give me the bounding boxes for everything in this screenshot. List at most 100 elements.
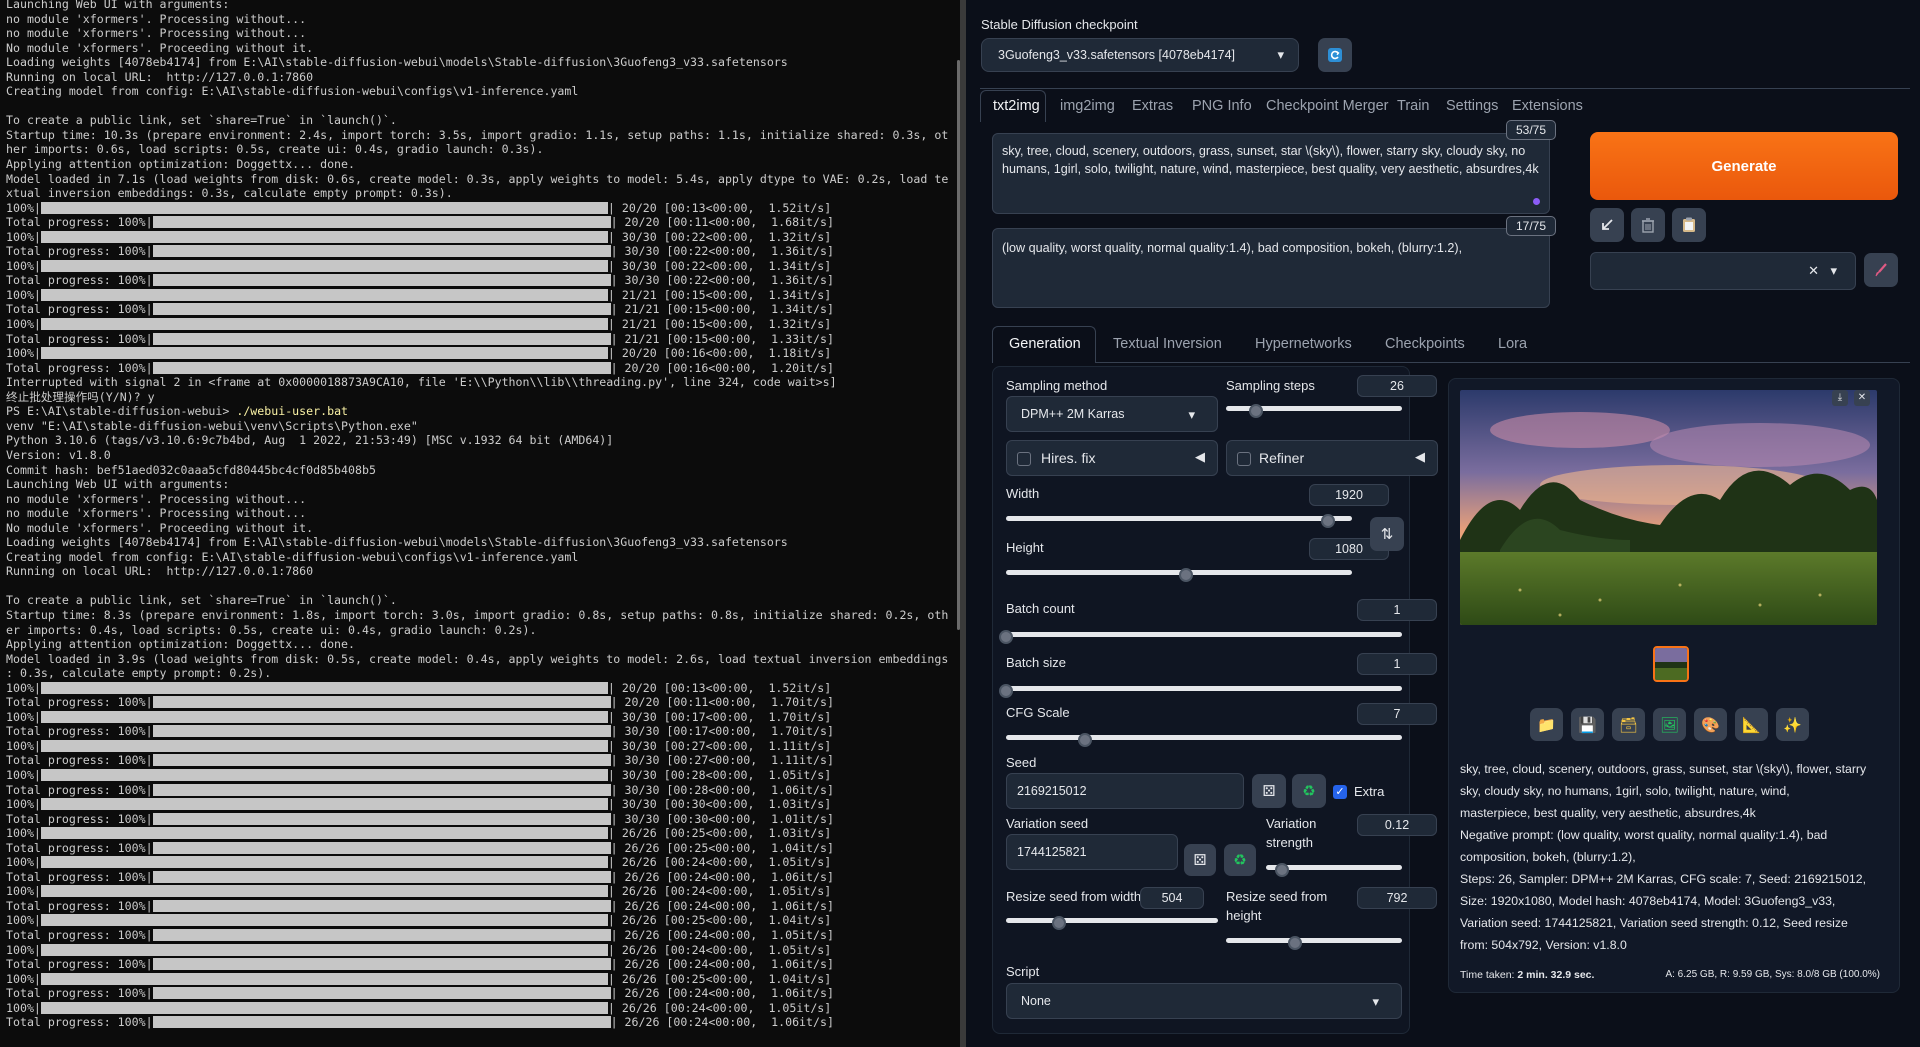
tab-train[interactable]: Train — [1397, 98, 1430, 114]
terminal-text: To create a public link, set `share=True… — [6, 593, 397, 608]
tab-extensions[interactable]: Extensions — [1512, 98, 1583, 114]
resize-seed-height-input[interactable]: 792 — [1357, 887, 1437, 909]
clear-icon[interactable]: ✕ — [1808, 263, 1819, 279]
terminal-line: 100%| | 26/26 [00:24<00:00, 1.05it/s] — [6, 943, 948, 958]
terminal-line: Interrupted with signal 2 in <frame at 0… — [6, 375, 948, 390]
hires-upscale-button[interactable]: ✨ — [1776, 708, 1809, 741]
slider-thumb[interactable] — [1287, 935, 1302, 950]
subtab-hypernetworks[interactable]: Hypernetworks — [1255, 336, 1352, 352]
refiner-checkbox[interactable] — [1237, 452, 1251, 466]
terminal-text: No module 'xformers'. Proceeding without… — [6, 40, 314, 55]
subtabs-underline — [992, 362, 1910, 363]
progress-suffix: | 30/30 [00:28<00:00, 1.06it/s] — [610, 782, 834, 797]
terminal-window[interactable]: Launching Web UI with arguments: no modul… — [0, 0, 960, 1047]
reuse-seed-button[interactable]: ♻ — [1292, 774, 1326, 808]
prompt-textarea[interactable]: sky, tree, cloud, scenery, outdoors, gra… — [992, 133, 1550, 214]
tab-txt2img[interactable]: txt2img — [993, 98, 1040, 114]
output-image[interactable] — [1460, 390, 1877, 625]
progress-prefix: Total progress: 100%| — [6, 302, 153, 317]
save-button[interactable]: 💾 — [1571, 708, 1604, 741]
batch-size-slider[interactable] — [999, 683, 1402, 698]
swap-dimensions-button[interactable]: ⇅ — [1370, 517, 1404, 551]
progress-suffix: | 20/20 [00:13<00:00, 1.52it/s] — [607, 200, 832, 215]
refiner-accordion[interactable]: Refiner ◀ — [1226, 440, 1438, 476]
reuse-variation-seed-button[interactable]: ♻ — [1224, 844, 1256, 876]
sampling-steps-input[interactable]: 26 — [1357, 375, 1437, 397]
batch-count-slider[interactable] — [999, 629, 1402, 644]
width-input[interactable]: 1920 — [1309, 484, 1389, 506]
download-icon[interactable]: ⤓ — [1832, 390, 1848, 406]
send-to-extras-button[interactable]: 📐 — [1735, 708, 1768, 741]
random-seed-button[interactable]: ⚄ — [1252, 774, 1286, 808]
apply-styles-button[interactable] — [1672, 208, 1706, 242]
script-dropdown[interactable]: None — [1006, 983, 1402, 1019]
tab-img2img[interactable]: img2img — [1060, 98, 1115, 114]
terminal-line: Total progress: 100%| | 20/20 [00:16<00:0… — [6, 361, 948, 376]
send-to-img2img-button[interactable]: 🖼 — [1653, 708, 1686, 741]
seed-input[interactable]: 2169215012 — [1006, 773, 1244, 809]
progress-prefix: 100%| — [6, 971, 41, 986]
slider-thumb[interactable] — [1052, 915, 1066, 930]
refresh-checkpoint-button[interactable] — [1318, 38, 1352, 72]
checkpoint-dropdown[interactable]: 3Guofeng3_v33.safetensors [4078eb4174] — [981, 38, 1299, 72]
resize-seed-width-input[interactable]: 504 — [1140, 887, 1204, 909]
tab-extras[interactable]: Extras — [1132, 98, 1173, 114]
slider-thumb[interactable] — [999, 683, 1013, 698]
zip-button[interactable]: 🗃 — [1612, 708, 1645, 741]
progress-prefix: 100%| — [6, 797, 41, 812]
subtab-lora[interactable]: Lora — [1498, 336, 1527, 352]
subtab-checkpoints[interactable]: Checkpoints — [1385, 336, 1465, 352]
read-params-button[interactable] — [1590, 208, 1624, 242]
generate-button[interactable]: Generate — [1590, 132, 1898, 200]
close-icon[interactable]: ✕ — [1854, 390, 1870, 406]
cfg-scale-slider[interactable] — [1006, 732, 1402, 747]
slider-thumb[interactable] — [1248, 403, 1263, 418]
height-slider[interactable] — [1006, 567, 1352, 582]
send-to-inpaint-button[interactable]: 🎨 — [1694, 708, 1727, 741]
batch-size-input[interactable]: 1 — [1357, 653, 1437, 675]
slider-thumb[interactable] — [1078, 732, 1093, 747]
hires-fix-label: Hires. fix — [1041, 450, 1096, 466]
progress-suffix: | 21/21 [00:15<00:00, 1.34it/s] — [607, 287, 832, 302]
variation-strength-input[interactable]: 0.12 — [1357, 814, 1437, 836]
resize-seed-height-slider[interactable] — [1226, 935, 1402, 950]
hires-fix-accordion[interactable]: Hires. fix ◀ — [1006, 440, 1218, 476]
hires-fix-checkbox[interactable] — [1017, 452, 1031, 466]
slider-thumb[interactable] — [1178, 567, 1193, 582]
slider-thumb[interactable] — [999, 629, 1013, 644]
random-variation-seed-button[interactable]: ⚄ — [1184, 844, 1216, 876]
terminal-line: Applying attention optimization: Doggett… — [6, 157, 948, 172]
batch-count-input[interactable]: 1 — [1357, 599, 1437, 621]
cfg-scale-input[interactable]: 7 — [1357, 703, 1437, 725]
slider-thumb[interactable] — [1275, 862, 1290, 877]
subtab-textual-inversion[interactable]: Textual Inversion — [1113, 336, 1222, 352]
progress-prefix: 100%| — [6, 913, 41, 928]
progress-prefix: Total progress: 100%| — [6, 244, 153, 259]
negative-prompt-textarea[interactable]: (low quality, worst quality, normal qual… — [992, 228, 1550, 308]
progress-bar — [152, 274, 611, 287]
tab-png-info[interactable]: PNG Info — [1192, 98, 1252, 114]
progress-bar — [40, 230, 608, 243]
terminal-line: Total progress: 100%| | 26/26 [00:24<00:0… — [6, 870, 948, 885]
terminal-text: Interrupted with signal 2 in <frame at 0… — [6, 375, 837, 390]
clear-prompt-button[interactable] — [1631, 208, 1665, 242]
sampling-steps-slider[interactable] — [1226, 403, 1402, 418]
width-slider[interactable] — [1006, 513, 1352, 528]
trash-icon — [1642, 217, 1654, 233]
extra-checkbox[interactable]: ✓ — [1333, 785, 1347, 799]
brush-icon — [1875, 263, 1887, 277]
open-folder-button[interactable]: 📁 — [1530, 708, 1563, 741]
edit-styles-button[interactable] — [1864, 253, 1898, 287]
variation-strength-slider[interactable] — [1266, 862, 1402, 877]
sampling-method-dropdown[interactable]: DPM++ 2M Karras — [1006, 396, 1218, 432]
prompt-token-counter: 53/75 — [1506, 120, 1556, 140]
slider-thumb[interactable] — [1320, 513, 1335, 528]
subtab-generation[interactable]: Generation — [1009, 336, 1081, 352]
gallery-thumbnail[interactable] — [1653, 646, 1689, 682]
variation-seed-input[interactable]: 1744125821 — [1006, 834, 1178, 870]
styles-dropdown[interactable]: ✕ — [1590, 252, 1856, 290]
resize-seed-width-slider[interactable] — [1006, 915, 1218, 930]
tab-settings[interactable]: Settings — [1446, 98, 1498, 114]
tab-checkpoint-merger[interactable]: Checkpoint Merger — [1266, 98, 1389, 114]
